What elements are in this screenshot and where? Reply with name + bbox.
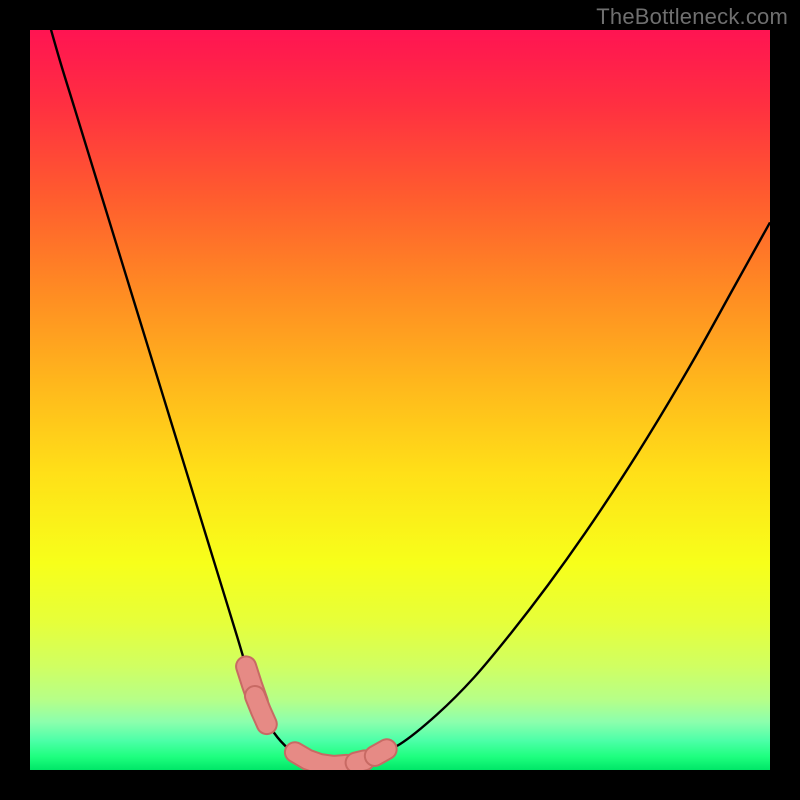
plot-svg bbox=[30, 30, 770, 770]
blob-fill bbox=[375, 749, 387, 756]
gradient-background bbox=[30, 30, 770, 770]
watermark-text: TheBottleneck.com bbox=[596, 4, 788, 30]
blob-fill bbox=[356, 760, 365, 762]
blob-fill bbox=[255, 696, 267, 724]
chart-frame: TheBottleneck.com bbox=[0, 0, 800, 800]
plot-area bbox=[30, 30, 770, 770]
